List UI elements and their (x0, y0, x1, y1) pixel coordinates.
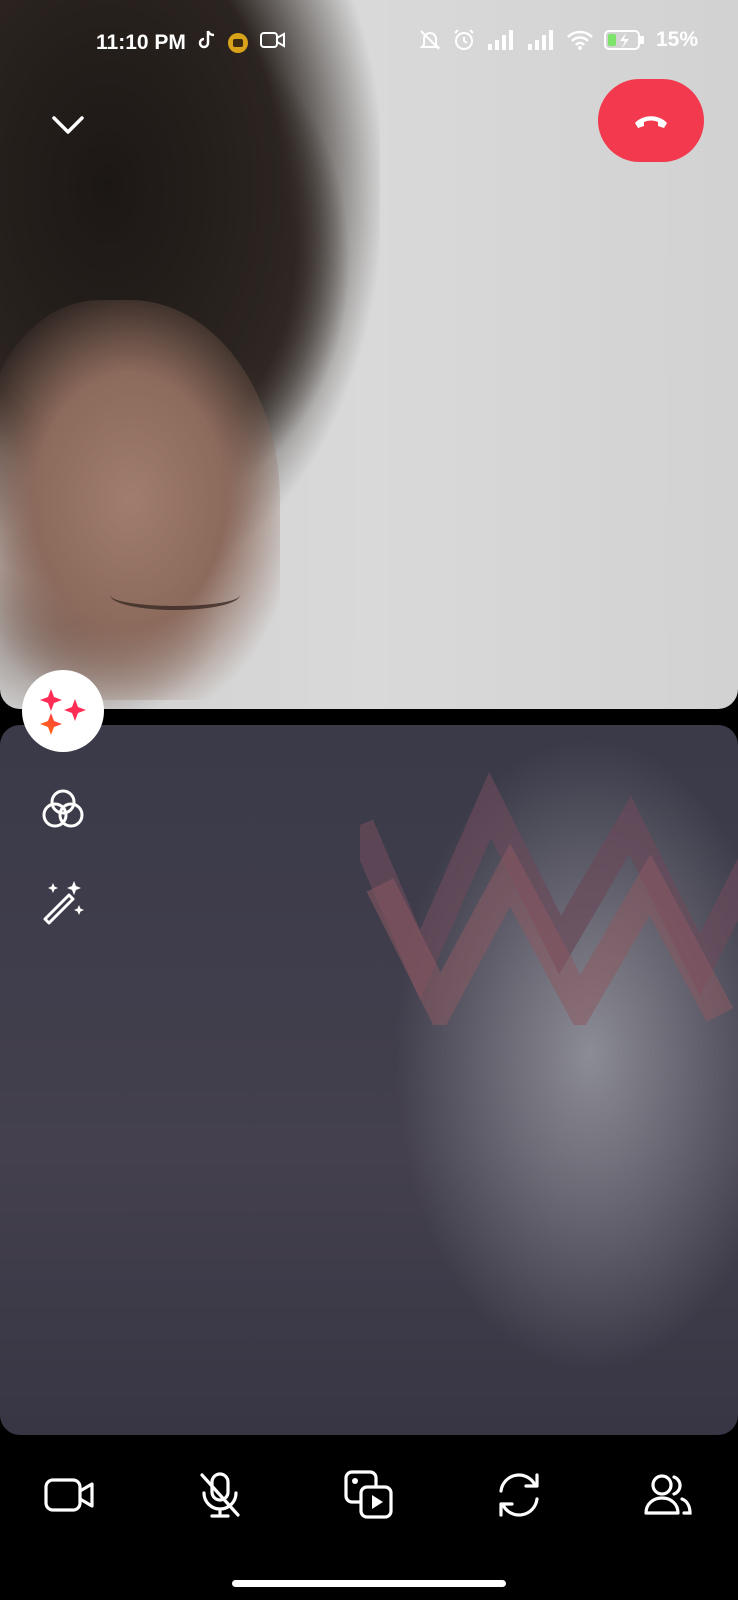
phone-hangup-icon (635, 115, 667, 128)
video-frame-eye (110, 580, 240, 610)
alarm-icon (452, 28, 476, 52)
magic-wand-icon (43, 881, 84, 925)
people-icon (644, 1474, 692, 1515)
camera-toggle-button[interactable] (40, 1465, 100, 1525)
home-indicator[interactable] (232, 1580, 506, 1587)
video-status-icon (259, 31, 286, 55)
collapse-call-button[interactable] (44, 100, 92, 148)
youtube-badge-icon (227, 33, 248, 53)
video-camera-icon (44, 1478, 94, 1512)
mute-bell-icon (418, 28, 442, 52)
media-share-icon (344, 1470, 393, 1519)
share-media-button[interactable] (339, 1465, 399, 1525)
status-time: 11:10 PM (96, 31, 186, 54)
signal-icon (486, 29, 516, 51)
chevron-down-icon (52, 116, 84, 134)
end-call-button[interactable] (598, 79, 704, 162)
signal-icon (526, 29, 556, 51)
filters-button[interactable] (38, 784, 88, 834)
microphone-toggle-button[interactable] (190, 1465, 250, 1525)
participants-button[interactable] (638, 1465, 698, 1525)
flip-camera-button[interactable] (489, 1465, 549, 1525)
wifi-icon (566, 29, 594, 51)
sparkles-icon (40, 689, 86, 735)
mic-off-icon (199, 1472, 240, 1518)
overlapping-circles-icon (42, 789, 84, 828)
call-toolbar (0, 1440, 738, 1550)
status-bar: 11:10 PM 15% (0, 0, 738, 86)
battery-icon (603, 29, 646, 51)
video-frame-pattern (360, 772, 738, 1025)
camera-flip-icon (498, 1473, 539, 1517)
battery-percent: 15% (655, 28, 698, 51)
self-video-feed[interactable] (0, 725, 738, 1435)
tiktok-icon (198, 30, 216, 56)
touch-up-button[interactable] (38, 876, 88, 926)
effects-button[interactable] (22, 670, 104, 752)
